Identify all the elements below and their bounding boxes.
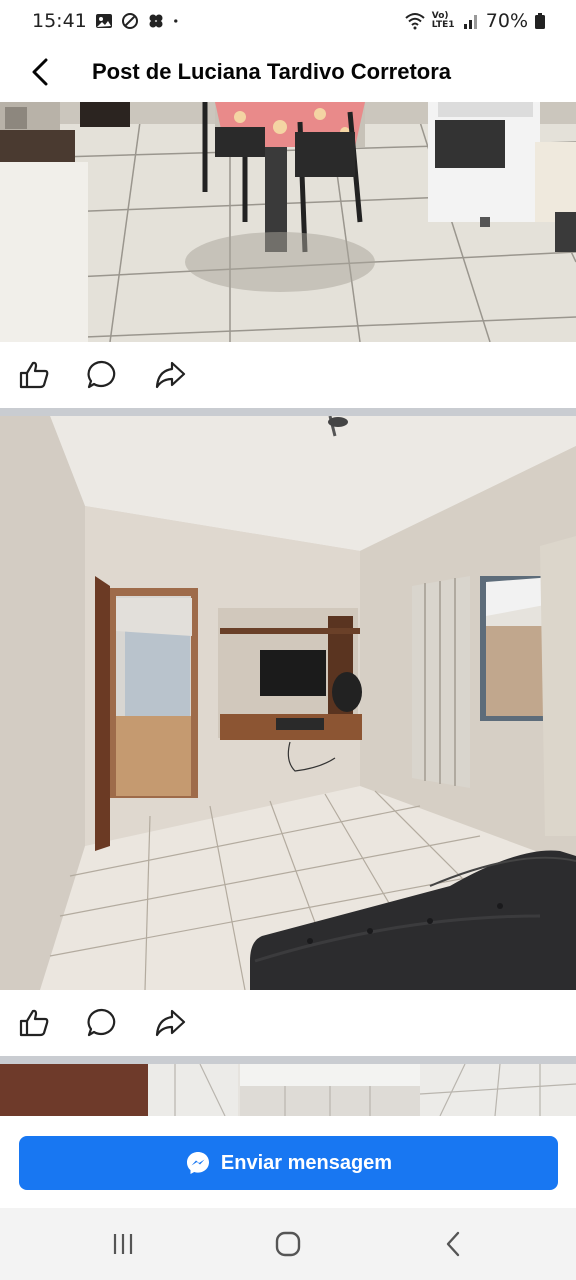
thumbs-up-icon [19,361,49,389]
post-separator [0,408,576,416]
battery-icon [535,13,545,29]
living-room-photo[interactable] [0,416,576,990]
action-bar-2 [0,990,576,1056]
do-not-disturb-icon [121,13,138,29]
gallery-icon [95,14,112,28]
send-message-label: Enviar mensagem [220,1151,393,1174]
status-right: Vo) LTE1 70% [404,10,546,32]
status-bar: 15:41 Vo) LTE1 70% [0,0,576,42]
volte-label: Vo) LTE1 [431,11,455,30]
system-nav-bar [0,1208,576,1280]
status-left: 15:41 [32,10,183,32]
messenger-icon [186,1152,209,1174]
comment-button[interactable] [84,357,120,393]
dot-icon [173,19,178,23]
comment-button[interactable] [84,1005,120,1041]
send-message-button[interactable]: Enviar mensagem [19,1136,558,1190]
share-icon [155,1009,186,1037]
thumbs-up-icon [19,1009,49,1037]
back-button[interactable] [10,42,70,102]
home-button[interactable] [258,1219,318,1269]
bathroom-photo[interactable] [0,1064,576,1116]
kitchen-photo[interactable] [0,102,576,342]
message-bar: Enviar mensagem [0,1116,576,1208]
share-button[interactable] [152,1005,188,1041]
comment-icon [87,1008,116,1037]
clover-icon [149,14,163,28]
recent-apps-button[interactable] [93,1219,153,1269]
page-title: Post de Luciana Tardivo Corretora [92,59,452,84]
comment-icon [87,360,116,389]
share-button[interactable] [152,357,188,393]
like-button[interactable] [16,1005,52,1041]
post-separator [0,1056,576,1064]
status-time: 15:41 [32,10,87,32]
system-back-button[interactable] [423,1219,483,1269]
share-icon [155,361,186,389]
battery-percent: 70% [485,10,528,32]
home-icon [275,1231,301,1257]
wifi-icon [405,13,425,30]
back-icon [447,1231,460,1257]
back-arrow-icon [32,58,48,86]
recent-apps-icon [113,1234,132,1254]
header: Post de Luciana Tardivo Corretora [0,42,576,102]
action-bar-1 [0,342,576,408]
like-button[interactable] [16,357,52,393]
signal-icon [463,15,477,29]
